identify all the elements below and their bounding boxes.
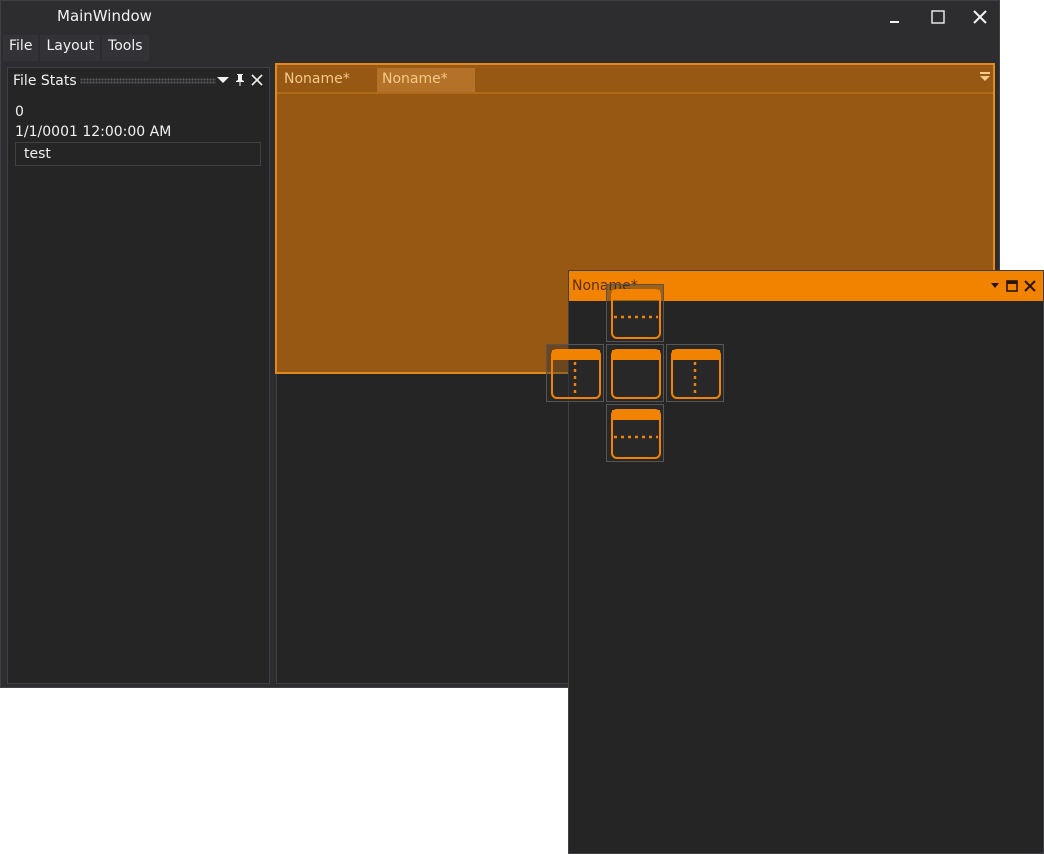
maximize-icon — [931, 10, 945, 24]
minimize-icon — [890, 21, 899, 23]
text-field[interactable]: test — [15, 142, 261, 166]
tab-noname-2[interactable]: Noname* — [377, 68, 475, 92]
dock-top-guide[interactable] — [606, 284, 664, 342]
file-stats-header[interactable]: File Stats — [8, 68, 269, 94]
menu-file[interactable]: File — [3, 35, 39, 61]
dock-right-icon — [671, 349, 721, 399]
dock-left-guide[interactable] — [546, 344, 604, 402]
dock-bottom-guide[interactable] — [606, 404, 664, 462]
maximize-button[interactable] — [918, 5, 958, 29]
text-field-value: test — [24, 146, 51, 162]
maximize-icon[interactable] — [1006, 280, 1018, 292]
minimize-button[interactable] — [875, 5, 915, 29]
stat-date: 1/1/0001 12:00:00 AM — [15, 124, 172, 140]
document-tabs: Noname* Noname* — [277, 65, 993, 94]
menu-tools[interactable]: Tools — [102, 35, 149, 61]
drag-grip[interactable] — [80, 78, 216, 84]
file-stats-panel: File Stats 0 1/1/0001 12:00:00 AM test — [7, 67, 270, 684]
dock-bottom-icon — [611, 409, 661, 459]
tab-noname-1[interactable]: Noname* — [279, 68, 375, 92]
dock-left-icon — [551, 349, 601, 399]
menu-layout[interactable]: Layout — [40, 35, 101, 61]
dock-top-icon — [611, 289, 661, 339]
dropdown-arrow-icon[interactable] — [216, 73, 230, 87]
panel-title: File Stats — [13, 73, 77, 89]
close-icon — [973, 10, 987, 24]
dock-right-guide[interactable] — [666, 344, 724, 402]
close-button[interactable] — [960, 5, 1000, 29]
stat-count: 0 — [15, 104, 24, 120]
close-icon[interactable] — [250, 73, 264, 87]
close-icon[interactable] — [1023, 279, 1037, 293]
title-bar[interactable]: MainWindow — [1, 1, 999, 33]
pin-icon[interactable] — [233, 73, 247, 87]
window-title: MainWindow — [57, 7, 152, 25]
menu-bar: File Layout Tools — [1, 35, 149, 61]
dropdown-arrow-icon[interactable] — [990, 281, 1000, 291]
tab-list-icon[interactable] — [979, 71, 991, 83]
dock-center-icon — [611, 349, 661, 399]
dock-center-guide[interactable] — [606, 344, 664, 402]
